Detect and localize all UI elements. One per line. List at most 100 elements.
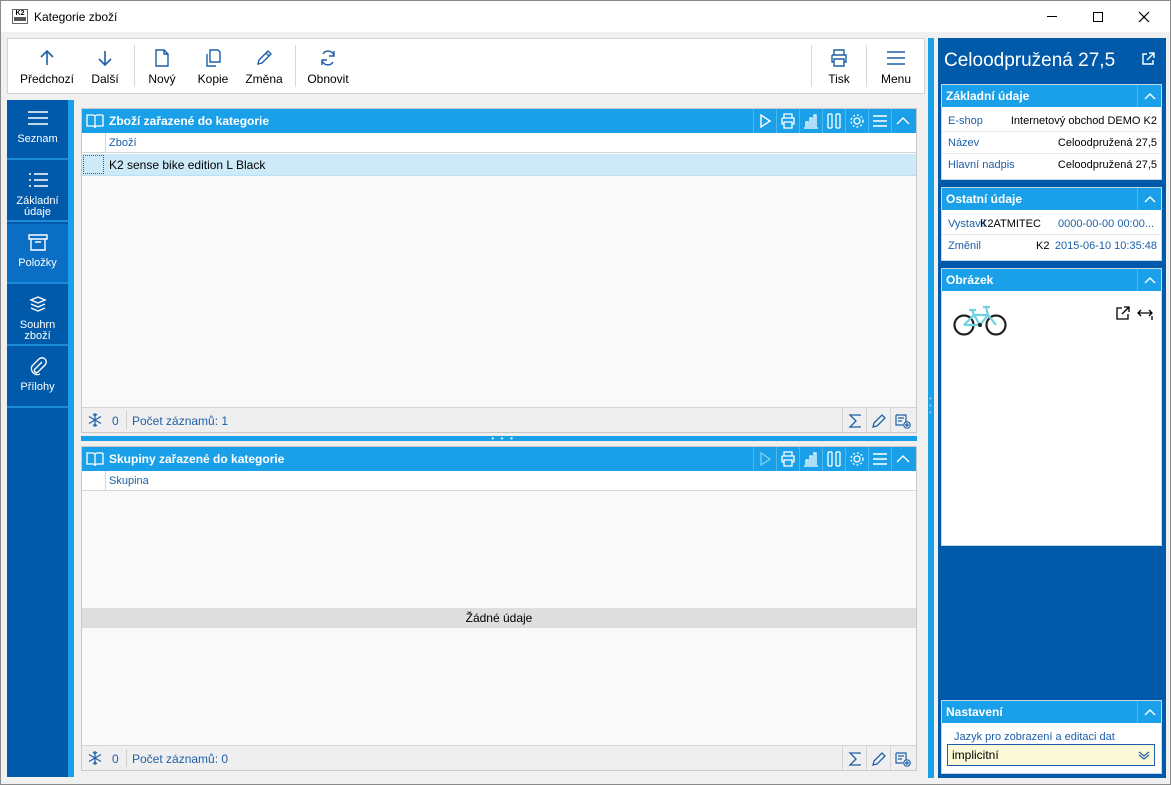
chart-button[interactable] <box>799 109 822 133</box>
nav-item-attachments[interactable]: Přílohy <box>7 348 68 408</box>
toolbar-separator <box>134 45 135 87</box>
nav-item-label: Položky <box>18 257 57 269</box>
issued-date: 0000-00-00 00:00... <box>1058 218 1155 230</box>
goods-panel-title: Zboží zařazené do kategorie <box>109 114 270 128</box>
sum-button[interactable] <box>842 746 866 771</box>
panel-splitter[interactable]: ● ● ● <box>81 436 917 442</box>
language-select[interactable]: implicitní <box>947 744 1155 766</box>
nav-accent-strip <box>68 100 74 777</box>
panel-print-button[interactable] <box>776 447 799 471</box>
panel-menu-button[interactable] <box>868 109 891 133</box>
headline-label[interactable]: Hlavní nadpis <box>948 159 1015 171</box>
eshop-label[interactable]: E-shop <box>948 115 983 127</box>
other-data-header: Ostatní údaje <box>942 188 1161 210</box>
settings-button[interactable] <box>845 447 868 471</box>
chevron-up-icon <box>1144 709 1155 716</box>
chevron-up-icon <box>1144 277 1155 284</box>
minimize-button[interactable] <box>1029 1 1075 32</box>
edit-button[interactable]: Změna <box>240 39 288 93</box>
new-document-icon <box>155 49 169 67</box>
image-collapse-button[interactable] <box>1137 269 1161 291</box>
print-button[interactable]: Tisk <box>818 39 860 93</box>
play-icon <box>760 451 772 467</box>
collapse-button[interactable] <box>891 109 914 133</box>
groups-column-name[interactable]: Skupina <box>109 475 149 487</box>
sigma-icon <box>847 751 861 766</box>
copy-label: Kopie <box>197 72 229 86</box>
columns-icon <box>827 451 841 467</box>
new-button[interactable]: Nový <box>141 39 183 93</box>
settings-card: Nastavení Jazyk pro zobrazení a editaci … <box>941 700 1162 774</box>
next-label: Další <box>91 72 119 86</box>
add-record-button[interactable] <box>890 408 914 433</box>
sum-button[interactable] <box>842 408 866 433</box>
row-selector[interactable] <box>83 155 104 174</box>
changed-label[interactable]: Změnil <box>948 240 981 252</box>
basic-data-collapse-button[interactable] <box>1137 85 1161 107</box>
image-header: Obrázek <box>942 269 1161 291</box>
goods-column-header: Zboží <box>82 133 916 153</box>
snowflake-icon[interactable] <box>87 750 103 766</box>
bike-image <box>953 305 1007 336</box>
nav-item-goods-summary[interactable]: Souhrn zboží <box>7 286 68 346</box>
chevron-up-icon <box>896 117 910 125</box>
arrow-up-icon <box>40 49 54 65</box>
filter-count: 0 <box>112 752 119 766</box>
nav-item-list[interactable]: Seznam <box>7 100 68 160</box>
next-button[interactable]: Další <box>84 39 126 93</box>
groups-column-header: Skupina <box>82 471 916 491</box>
row-selector-header[interactable] <box>82 471 106 491</box>
goods-panel-footer: 0 Počet záznamů: 1 <box>82 407 916 433</box>
menu-button[interactable]: Menu <box>874 39 918 93</box>
other-data-collapse-button[interactable] <box>1137 188 1161 210</box>
chart-button[interactable] <box>799 447 822 471</box>
changed-user: K2 <box>1036 240 1050 252</box>
columns-button[interactable] <box>822 109 845 133</box>
name-label[interactable]: Název <box>948 137 979 149</box>
fit-width-icon[interactable] <box>1137 305 1153 321</box>
add-record-button[interactable] <box>890 746 914 771</box>
play-icon <box>760 113 772 129</box>
edit-record-button[interactable] <box>866 408 890 433</box>
panel-menu-button[interactable] <box>868 447 891 471</box>
toolbar-separator <box>811 45 812 87</box>
basic-data-heading: Základní údaje <box>946 89 1030 103</box>
settings-button[interactable] <box>845 109 868 133</box>
nav-item-label: Souhrn zboží <box>19 319 56 342</box>
goods-column-name[interactable]: Zboží <box>109 137 137 149</box>
refresh-button[interactable]: Obnovit <box>301 39 355 93</box>
nav-item-label: Přílohy <box>20 381 55 393</box>
bar-chart-icon <box>804 452 818 467</box>
columns-button[interactable] <box>822 447 845 471</box>
external-link-icon[interactable] <box>1141 52 1155 66</box>
toolbar-separator <box>866 45 867 87</box>
application-window: K2 Kategorie zboží Předchozí Další Nový … <box>0 0 1171 785</box>
table-row[interactable]: K2 sense bike edition L Black <box>82 154 916 176</box>
image-heading: Obrázek <box>946 273 994 287</box>
new-label: Nový <box>148 72 176 86</box>
panel-print-button[interactable] <box>776 109 799 133</box>
right-panel-resize-grip[interactable]: • • • <box>929 395 932 417</box>
language-label: Jazyk pro zobrazení a editaci dat <box>954 731 1115 743</box>
maximize-button[interactable] <box>1075 1 1121 32</box>
close-button[interactable] <box>1121 1 1167 32</box>
previous-button[interactable]: Předchozí <box>16 39 78 93</box>
row-selector-header[interactable] <box>82 133 106 153</box>
headline-row: Hlavní nadpis Celoodpružená 27,5 <box>942 154 1161 176</box>
groups-panel: Skupiny zařazené do kategorie Skupina Žá… <box>81 446 917 771</box>
pencil-icon <box>871 751 886 766</box>
snowflake-icon[interactable] <box>87 412 103 428</box>
collapse-button[interactable] <box>891 447 914 471</box>
open-image-icon[interactable] <box>1115 305 1131 321</box>
refresh-icon <box>321 50 335 66</box>
nav-item-items[interactable]: Položky <box>7 224 68 284</box>
nav-item-basic-data[interactable]: Základní údaje <box>7 162 68 222</box>
edit-record-button[interactable] <box>866 746 890 771</box>
window-title: Kategorie zboží <box>34 10 118 24</box>
copy-button[interactable]: Kopie <box>192 39 234 93</box>
filter-count: 0 <box>112 414 119 428</box>
run-button[interactable] <box>753 109 776 133</box>
nav-item-label: Základní údaje <box>16 195 59 218</box>
bar-chart-icon <box>804 114 818 129</box>
settings-collapse-button[interactable] <box>1137 701 1161 723</box>
